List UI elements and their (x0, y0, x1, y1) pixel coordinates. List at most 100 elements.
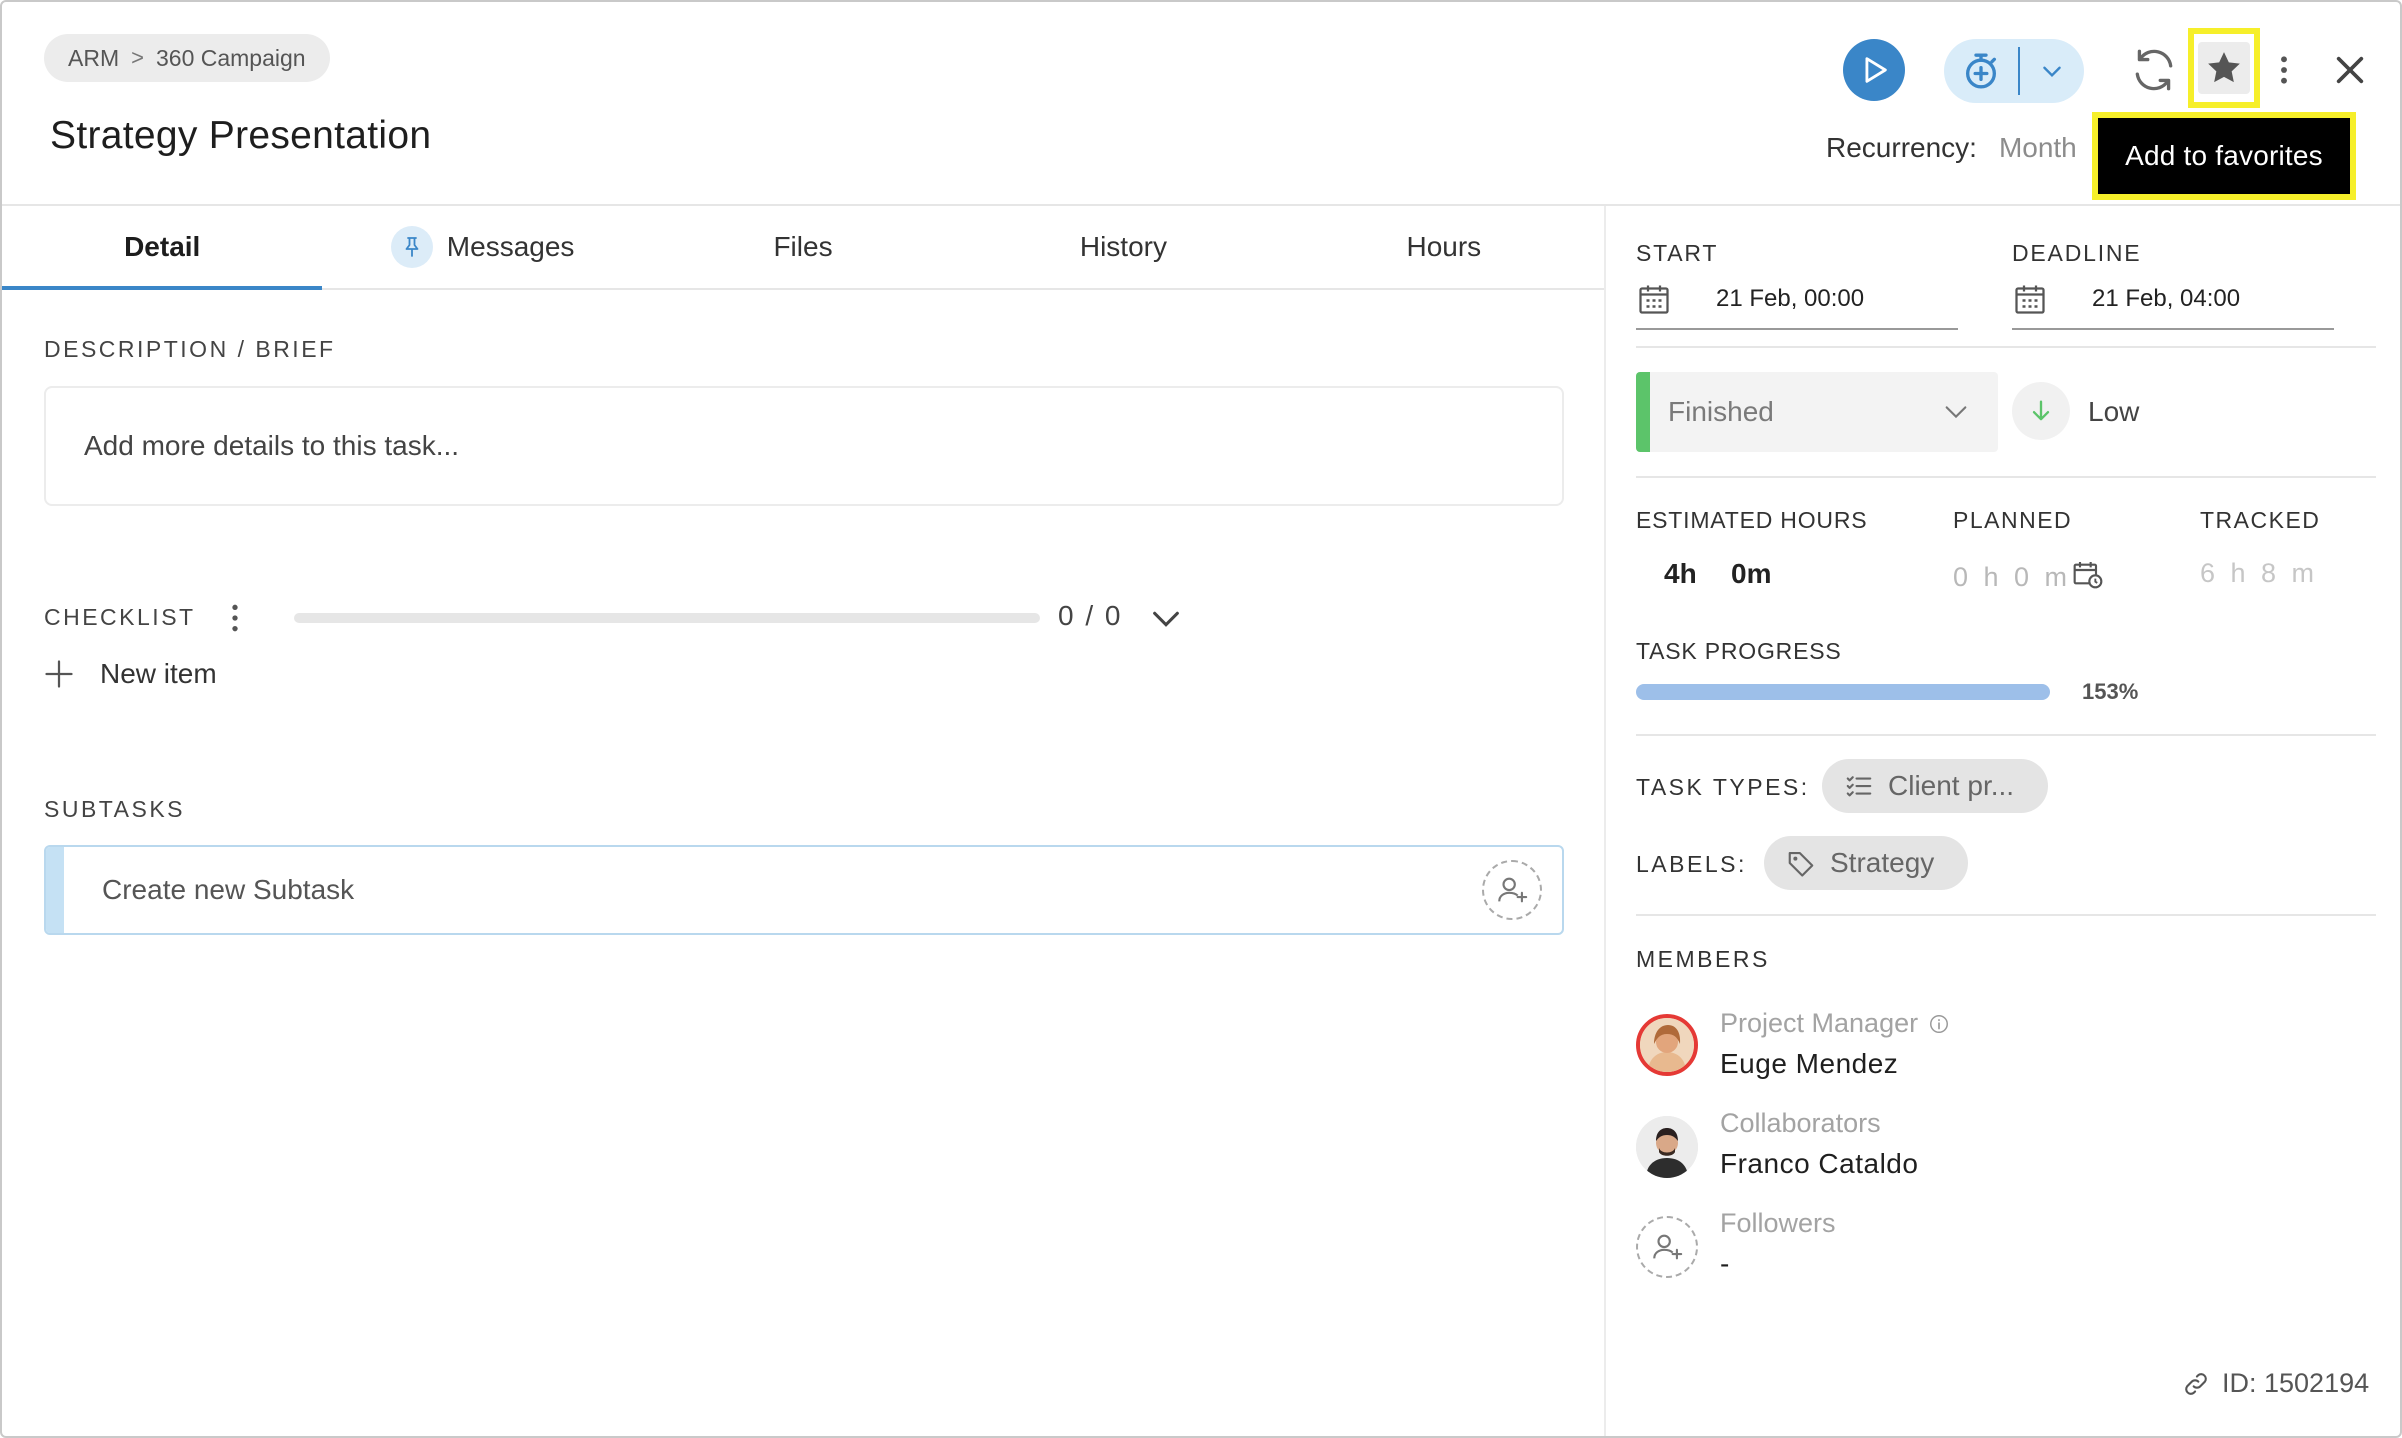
panel-divider (1604, 206, 1606, 1436)
task-progress-value: 153% (2082, 679, 2139, 704)
description-placeholder: Add more details to this task... (84, 430, 460, 461)
checklist-menu-button[interactable] (230, 602, 240, 639)
sync-button[interactable] (2124, 40, 2184, 100)
link-icon (2185, 1372, 2207, 1395)
role-label: Project Manager (1720, 1008, 1919, 1038)
task-type-value: Client pr... (1888, 770, 2015, 801)
new-item-label: New item (100, 658, 217, 689)
recurrency[interactable]: Recurrency: Month (1826, 132, 2077, 164)
followers-name: - (1720, 1248, 1730, 1279)
tab-hours[interactable]: Hours (1284, 206, 1604, 288)
add-user-icon (1498, 877, 1528, 903)
task-id[interactable]: ID: 1502194 (2182, 1368, 2369, 1399)
play-button[interactable] (1843, 39, 1905, 101)
estimated-hours-label: ESTIMATED HOURS (1636, 507, 1868, 533)
tab-label: History (1079, 231, 1167, 262)
subtask-placeholder: Create new Subtask (102, 874, 355, 905)
labels-label: LABELS: (1636, 851, 1747, 877)
checklist-count: 0 / 0 (1058, 600, 1123, 631)
kebab-icon (232, 604, 238, 632)
info-icon[interactable] (1928, 1013, 1950, 1035)
start-timer-button[interactable] (1944, 39, 2018, 103)
task-types-label: TASK TYPES: (1636, 774, 1810, 800)
more-options-button[interactable] (2270, 46, 2298, 94)
favorite-button-bg (2198, 42, 2250, 94)
timer-group (1944, 39, 2084, 103)
deadline-date-field[interactable]: 21 Feb, 04:00 (2012, 270, 2334, 330)
tab-label: Hours (1406, 231, 1482, 262)
label-chip[interactable]: Strategy (1764, 836, 1969, 890)
task-type-chip[interactable]: Client pr... (1822, 759, 2049, 813)
page-title[interactable]: Strategy Presentation (50, 114, 431, 158)
checklist-header: CHECKLIST 0 / 0 (44, 594, 1194, 642)
kebab-icon (2281, 56, 2287, 84)
task-id-value: ID: 1502194 (2222, 1368, 2370, 1398)
breadcrumb[interactable]: ARM > 360 Campaign (44, 34, 330, 82)
sync-icon (2135, 49, 2173, 91)
breadcrumb-current[interactable]: 360 Campaign (156, 45, 306, 72)
tag-icon (1788, 851, 1814, 877)
tab-bar: Detail Messages Files History Hours (2, 206, 1604, 290)
avatar[interactable] (1636, 1116, 1698, 1178)
subtask-accent-bar (46, 847, 64, 933)
chevron-down-icon (1945, 406, 1967, 419)
tab-files[interactable]: Files (643, 206, 963, 288)
new-item-button[interactable]: New item (44, 658, 217, 690)
priority-value[interactable]: Low (2088, 396, 2139, 428)
label-value: Strategy (1830, 847, 1935, 878)
status-color-bar (1636, 372, 1650, 452)
start-date-value: 21 Feb, 00:00 (1716, 285, 1865, 312)
tooltip: Add to favorites (2098, 118, 2350, 194)
pin-icon[interactable] (390, 226, 433, 268)
checklist-icon (1846, 776, 1872, 797)
project-manager-role: Project Manager (1720, 1008, 1950, 1039)
checklist-progress (294, 613, 1040, 623)
estimated-hours-input[interactable]: 4h (1664, 558, 1697, 590)
project-manager-name[interactable]: Euge Mendez (1720, 1048, 1898, 1080)
favorite-button[interactable] (2188, 28, 2260, 108)
recurrency-value[interactable]: Month (1999, 132, 2077, 164)
followers-role: Followers (1720, 1208, 1836, 1238)
task-progress-bar (1636, 684, 2050, 700)
plus-icon (45, 660, 73, 688)
tab-label: Messages (446, 231, 575, 262)
tracked-label: TRACKED (2200, 507, 2321, 533)
status-value: Finished (1668, 396, 1774, 427)
checklist-collapse-button[interactable] (1148, 602, 1184, 641)
avatar[interactable] (1636, 1014, 1698, 1076)
calendar-clock-icon[interactable] (2072, 558, 2104, 595)
collaborator-name[interactable]: Franco Cataldo (1720, 1148, 1918, 1180)
planned-label: PLANNED (1953, 507, 2073, 533)
breadcrumb-root[interactable]: ARM (68, 45, 119, 72)
checklist-label: CHECKLIST (44, 604, 196, 630)
breadcrumb-separator: > (131, 45, 144, 70)
status-select[interactable]: Finished (1636, 372, 1998, 452)
add-follower-button[interactable] (1636, 1216, 1698, 1278)
chevron-down-icon (1153, 611, 1179, 627)
add-user-icon (1653, 1234, 1683, 1260)
start-date-field[interactable]: 21 Feb, 00:00 (1636, 270, 1958, 330)
tab-history[interactable]: History (963, 206, 1283, 288)
arrow-down-icon (2032, 400, 2050, 421)
tab-label: Files (773, 231, 833, 262)
divider (1636, 476, 2376, 478)
calendar-icon (2015, 285, 2045, 314)
create-subtask-input[interactable]: Create new Subtask (44, 845, 1564, 935)
timer-dropdown-button[interactable] (2020, 39, 2084, 103)
close-icon (2336, 56, 2364, 84)
estimated-minutes-input[interactable]: 0m (1731, 558, 1771, 590)
close-button[interactable] (2320, 40, 2380, 100)
divider (1636, 914, 2376, 916)
members-label: MEMBERS (1636, 946, 1770, 972)
play-icon (1865, 57, 1887, 83)
task-progress-label: TASK PROGRESS (1636, 638, 1842, 664)
tab-detail[interactable]: Detail (2, 206, 323, 290)
deadline-date-value: 21 Feb, 04:00 (2092, 285, 2241, 312)
priority-button[interactable] (2012, 382, 2070, 440)
planned-value: 0 h 0 m (1953, 562, 2072, 592)
tooltip-highlight: Add to favorites (2092, 112, 2356, 200)
stopwatch-add-icon (1966, 53, 1996, 89)
tab-messages[interactable]: Messages (322, 206, 642, 288)
description-field[interactable]: Add more details to this task... (44, 386, 1564, 506)
assign-user-button[interactable] (1482, 860, 1542, 920)
